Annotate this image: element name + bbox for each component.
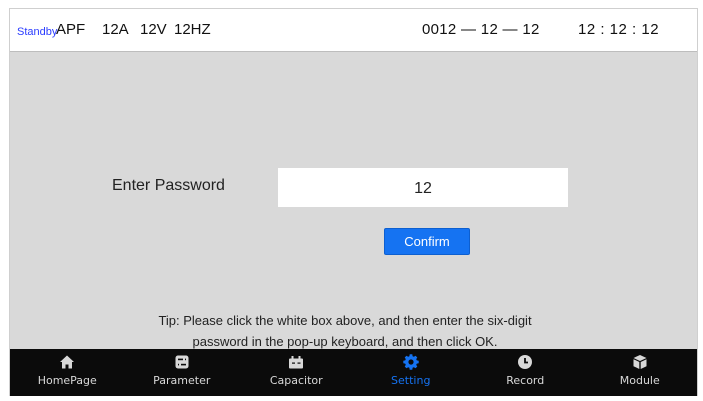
voltage-readout: 12V [140, 21, 167, 38]
password-label: Enter Password [112, 177, 225, 194]
capacitor-icon [289, 356, 304, 369]
nav-item-record[interactable]: Record [468, 349, 583, 396]
nav-label-module: Module [619, 374, 660, 387]
password-input[interactable] [278, 168, 568, 207]
run-status: Standby [17, 26, 58, 38]
nav-label-parameter: Parameter [153, 374, 211, 387]
tip-text: Tip: Please click the white box above, a… [110, 310, 580, 352]
password-panel: Enter Password Confirm Tip: Please click… [10, 52, 697, 350]
current-readout: 12A [102, 21, 129, 38]
nav-label-record: Record [506, 374, 545, 387]
sliders-icon [175, 355, 189, 369]
gear-icon [403, 354, 419, 370]
frequency-readout: 12HZ [174, 21, 211, 38]
date-display: 0012 — 12 — 12 [422, 21, 540, 38]
device-mode: APF [56, 21, 86, 38]
confirm-button[interactable]: Confirm [384, 228, 470, 255]
nav-label-setting: Setting [391, 374, 431, 387]
time-display: 12 : 12 : 12 [578, 21, 660, 38]
nav-item-setting[interactable]: Setting [354, 349, 469, 396]
clock-icon [518, 355, 533, 369]
status-bar: Standby APF 12A 12V 12HZ 0012 — 12 — 12 … [10, 9, 697, 52]
nav-item-homepage[interactable]: HomePage [10, 349, 125, 396]
nav-item-module[interactable]: Module [583, 349, 698, 396]
nav-item-parameter[interactable]: Parameter [125, 349, 240, 396]
app-window: Standby APF 12A 12V 12HZ 0012 — 12 — 12 … [9, 8, 698, 396]
bottom-nav: HomePage Parameter Capacitor Setting Rec… [10, 349, 697, 396]
nav-item-capacitor[interactable]: Capacitor [239, 349, 354, 396]
tip-line-1: Tip: Please click the white box above, a… [158, 313, 532, 328]
cube-icon [633, 355, 647, 369]
nav-label-homepage: HomePage [37, 374, 97, 387]
nav-label-capacitor: Capacitor [269, 374, 323, 387]
home-icon [60, 355, 75, 369]
